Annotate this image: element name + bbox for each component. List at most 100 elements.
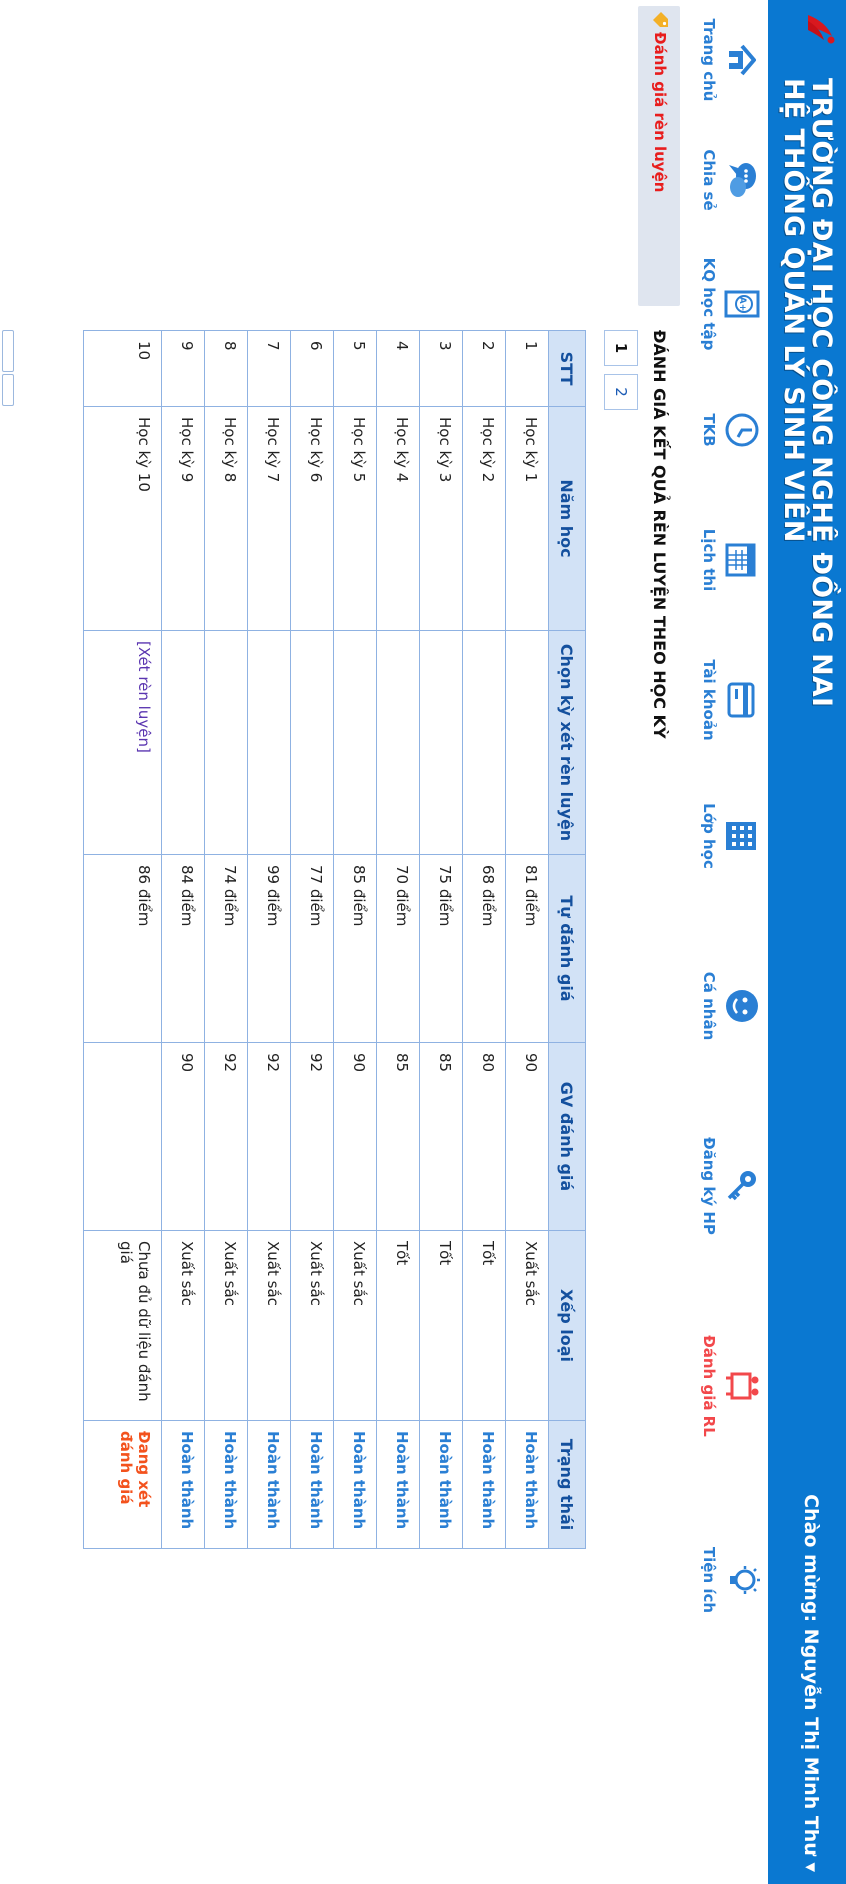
cell-status: Hoàn thành xyxy=(290,1420,334,1549)
nav-item-account[interactable]: Tài khoản xyxy=(688,640,768,760)
cell-gv-eval: 85 xyxy=(419,1042,463,1231)
svg-text:A+: A+ xyxy=(737,297,747,312)
nav-item-timetable[interactable]: TKB xyxy=(688,370,768,490)
cell-gv-eval: 90 xyxy=(505,1042,549,1231)
school-name: TRƯỜNG ĐẠI HỌC CÔNG NGHỆ ĐỒNG NAI xyxy=(806,78,837,708)
cell-choose xyxy=(333,630,377,855)
evaluation-table: STT Năm học Chọn kỳ xét rèn luyện Tự đán… xyxy=(83,330,586,1549)
cell-rank: Xuất sắc xyxy=(333,1230,377,1421)
cell-rank: Tốt xyxy=(376,1230,420,1421)
grade-report-icon: A+ xyxy=(724,290,760,318)
cell-rank: Xuất sắc xyxy=(505,1230,549,1421)
cell-choose xyxy=(161,630,205,855)
cell-stt: 6 xyxy=(290,330,334,407)
cell-self-eval: 85 điểm xyxy=(333,854,377,1043)
table-row: 2 Học kỳ 2 68 điểm 80 Tốt Hoàn thành xyxy=(462,330,506,1549)
cell-gv-eval: 80 xyxy=(462,1042,506,1231)
pager-page-1[interactable]: 1 xyxy=(604,330,638,366)
cell-stt: 10 xyxy=(83,330,162,407)
cell-status: Hoàn thành xyxy=(161,1420,205,1549)
col-header-gv-eval: GV đánh giá xyxy=(548,1042,586,1231)
user-face-icon xyxy=(726,990,758,1022)
nav-item-course-register[interactable]: Đăng ký HP xyxy=(688,1126,768,1246)
col-header-rank: Xếp loại xyxy=(548,1230,586,1421)
card-icon xyxy=(727,682,755,718)
cell-choose xyxy=(505,630,549,855)
cell-self-eval: 75 điểm xyxy=(419,854,463,1043)
table-row: 1 Học kỳ 1 81 điểm 90 Xuất sắc Hoàn thàn… xyxy=(505,330,549,1549)
cell-status: Hoàn thành xyxy=(505,1420,549,1549)
cell-self-eval: 70 điểm xyxy=(376,854,420,1043)
cell-term: Học kỳ 10 xyxy=(83,406,162,631)
cell-term: Học kỳ 8 xyxy=(204,406,248,631)
lightbulb-icon xyxy=(730,1566,760,1594)
nav-item-share[interactable]: Chia sẻ xyxy=(688,120,768,240)
cell-gv-eval: 92 xyxy=(204,1042,248,1231)
scroll-right-button[interactable] xyxy=(2,374,14,406)
chat-icon xyxy=(729,163,756,197)
cell-status: Hoàn thành xyxy=(462,1420,506,1549)
nav-item-training-evaluation[interactable]: Đánh giá RL xyxy=(688,1326,768,1446)
cell-stt: 4 xyxy=(376,330,420,407)
col-header-term: Năm học xyxy=(548,406,586,631)
nav-label: Lớp học xyxy=(700,803,718,869)
clock-icon xyxy=(725,413,759,447)
people-board-icon xyxy=(726,1372,759,1400)
cell-self-eval: 81 điểm xyxy=(505,854,549,1043)
col-header-choose: Chọn kỳ xét rèn luyện xyxy=(548,630,586,855)
table-row: 5 Học kỳ 5 85 điểm 90 Xuất sắc Hoàn thàn… xyxy=(333,330,377,1549)
cell-self-eval: 77 điểm xyxy=(290,854,334,1043)
horizontal-scrollbar[interactable] xyxy=(2,330,14,1860)
sidebar-item-training-evaluation[interactable]: Đánh giá rèn luyện xyxy=(638,6,680,306)
cell-stt: 7 xyxy=(247,330,291,407)
evaluate-training-link[interactable]: [Xét rèn luyện] xyxy=(135,641,153,753)
cell-self-eval: 74 điểm xyxy=(204,854,248,1043)
cell-term: Học kỳ 3 xyxy=(419,406,463,631)
cell-rank: Xuất sắc xyxy=(204,1230,248,1421)
nav-item-grades[interactable]: A+ KQ học tập xyxy=(688,244,768,364)
nav-item-home[interactable]: Trang chủ xyxy=(688,0,768,120)
table-row: 9 Học kỳ 9 84 điểm 90 Xuất sắc Hoàn thàn… xyxy=(161,330,205,1549)
cell-status: Hoàn thành xyxy=(247,1420,291,1549)
table-row: 3 Học kỳ 3 75 điểm 85 Tốt Hoàn thành xyxy=(419,330,463,1549)
table-row: 10 Học kỳ 10 [Xét rèn luyện] 86 điểm Chư… xyxy=(83,330,162,1549)
col-header-self-eval: Tự đánh giá xyxy=(548,854,586,1043)
nav-label: TKB xyxy=(700,413,718,447)
nav-item-personal[interactable]: Cá nhân xyxy=(688,946,768,1066)
cell-self-eval: 68 điểm xyxy=(462,854,506,1043)
cell-term: Học kỳ 4 xyxy=(376,406,420,631)
tag-icon xyxy=(653,12,668,27)
cell-gv-eval: 85 xyxy=(376,1042,420,1231)
cell-stt: 3 xyxy=(419,330,463,407)
col-header-status: Trạng thái xyxy=(548,1420,586,1549)
pager-page-2[interactable]: 2 xyxy=(604,374,638,410)
cell-gv-eval: 90 xyxy=(333,1042,377,1231)
sidebar-link[interactable]: Đánh giá rèn luyện xyxy=(651,32,669,192)
cell-choose xyxy=(376,630,420,855)
nav-item-classes[interactable]: Lớp học xyxy=(688,776,768,896)
calendar-icon xyxy=(725,543,756,577)
nav-item-utilities[interactable]: Tiện ích xyxy=(688,1520,768,1640)
nav-label: Trang chủ xyxy=(700,18,718,102)
nav-label: KQ học tập xyxy=(700,257,718,351)
cell-status: Hoàn thành xyxy=(419,1420,463,1549)
cell-choose xyxy=(462,630,506,855)
nav-item-exam-schedule[interactable]: Lịch thi xyxy=(688,500,768,620)
cell-term: Học kỳ 2 xyxy=(462,406,506,631)
cell-self-eval: 86 điểm xyxy=(83,854,162,1043)
nav-label: Chia sẻ xyxy=(700,149,718,211)
cell-gv-eval xyxy=(83,1042,162,1231)
scroll-left-button[interactable] xyxy=(2,330,14,372)
cell-term: Học kỳ 7 xyxy=(247,406,291,631)
cell-rank: Chưa đủ dữ liệu đánh giá xyxy=(83,1230,162,1421)
cell-stt: 1 xyxy=(505,330,549,407)
main-navigation: Trang chủ Chia sẻ A+ KQ học tập TKB Lịch… xyxy=(688,0,768,1884)
home-icon xyxy=(729,44,756,76)
nav-label: Tiện ích xyxy=(700,1546,718,1614)
cell-rank: Xuất sắc xyxy=(290,1230,334,1421)
cell-choose xyxy=(204,630,248,855)
user-welcome-menu[interactable]: Chào mừng: Nguyễn Thị Minh Thư ▾ xyxy=(800,1494,822,1872)
cell-gv-eval: 92 xyxy=(247,1042,291,1231)
nav-label: Đánh giá RL xyxy=(700,1335,718,1437)
cell-rank: Tốt xyxy=(462,1230,506,1421)
